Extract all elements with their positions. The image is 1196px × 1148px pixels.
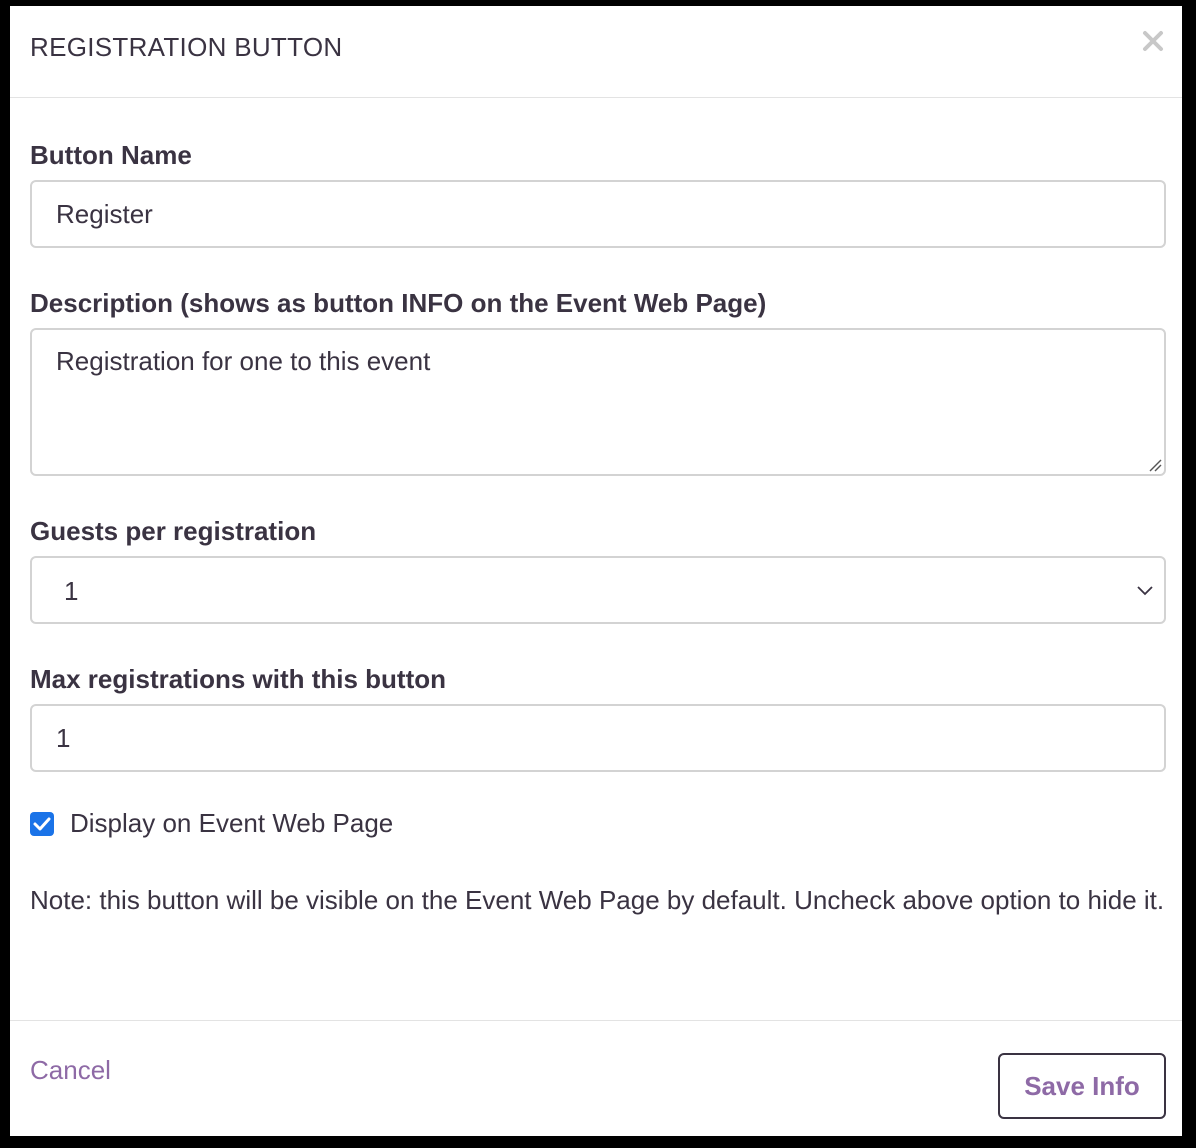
visibility-note: Note: this button will be visible on the… [30,885,1165,915]
close-icon[interactable] [1140,28,1166,54]
max-registrations-label: Max registrations with this button [30,664,447,694]
modal-title: REGISTRATION BUTTON [30,32,343,62]
modal-footer: Cancel Save Info [10,1020,1182,1136]
guests-per-registration-select[interactable]: 1 [30,556,1166,624]
guests-per-registration-label: Guests per registration [30,516,317,546]
max-registrations-input[interactable] [30,704,1166,772]
description-field-wrapper: Registration for one to this event [30,328,1166,476]
registration-button-modal: REGISTRATION BUTTON Button Name Descript… [10,6,1182,1136]
save-info-button[interactable]: Save Info [998,1053,1166,1119]
button-name-input[interactable] [30,180,1166,248]
modal-header: REGISTRATION BUTTON [10,6,1182,98]
resize-handle-icon[interactable] [1148,458,1162,472]
cancel-button[interactable]: Cancel [30,1055,111,1086]
chevron-down-icon [1136,582,1154,600]
display-on-event-page-checkbox[interactable] [30,812,54,836]
button-name-label: Button Name [30,140,192,170]
description-label: Description (shows as button INFO on the… [30,288,767,318]
description-textarea[interactable]: Registration for one to this event [30,328,1166,476]
guests-per-registration-value: 1 [64,576,79,606]
display-on-event-page-label[interactable]: Display on Event Web Page [70,808,393,839]
